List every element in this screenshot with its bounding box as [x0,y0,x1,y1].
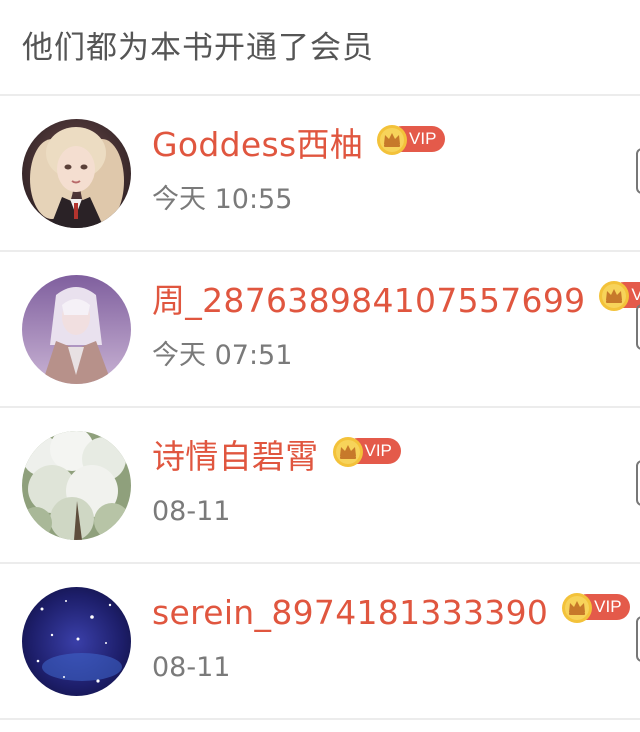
list-item[interactable]: 诗情自碧霄 VIP 08-11 [0,408,640,564]
avatar[interactable] [22,587,131,696]
avatar[interactable] [22,431,131,540]
vip-badge: VIP [375,123,447,157]
avatar[interactable] [22,275,131,384]
crown-icon [597,279,631,313]
crown-icon [331,435,365,469]
member-list: Goddess西柚 VIP 今天 10:55 周_287638984107557… [0,96,640,720]
list-item[interactable]: 周_28763898410755769​9 VIP 今天 07:51 [0,252,640,408]
crown-icon [560,591,594,625]
avatar-blossom-tree-icon [22,431,131,540]
avatar-anime-boy-white-hair-icon [22,275,131,384]
member-time: 08-11 [152,652,231,683]
member-name-line: 诗情自碧霄 VIP [152,432,403,482]
member-list-header: 他们都为本书开通了会员 [0,0,640,96]
member-list-page: 他们都为本书开通了会员 Goddess西柚 VIP 今天 10:55 周_287… [0,0,640,732]
member-time: 今天 07:51 [152,340,293,371]
vip-label: VIP [594,597,622,616]
follow-button-partial[interactable] [636,148,640,194]
member-name-line: serein_8974181333390 VIP [152,588,632,638]
member-name[interactable]: 诗情自碧霄 [152,432,319,482]
member-name-line: 周_28763898410755769​9 VIP [152,276,640,326]
list-item[interactable]: Goddess西柚 VIP 今天 10:55 [0,96,640,252]
avatar-anime-girl-blonde-icon [22,119,131,228]
member-time: 今天 10:55 [152,184,293,215]
header-title: 他们都为本书开通了会员 [22,29,374,66]
vip-badge: VIP [597,279,640,313]
member-name[interactable]: 周_28763898410755769​9 [152,276,585,326]
vip-badge: VIP [331,435,403,469]
avatar-starry-galaxy-icon [22,587,131,696]
avatar[interactable] [22,119,131,228]
vip-label: VIP [364,441,392,460]
follow-button-partial[interactable] [636,460,640,506]
follow-button-partial[interactable] [636,304,640,350]
member-name[interactable]: Goddess西柚 [152,120,363,170]
list-item[interactable]: serein_8974181333390 VIP 08-11 [0,564,640,720]
vip-badge: VIP [560,591,632,625]
member-name-line: Goddess西柚 VIP [152,120,447,170]
member-name[interactable]: serein_8974181333390 [152,588,548,638]
follow-button-partial[interactable] [636,616,640,662]
crown-icon [375,123,409,157]
member-time: 08-11 [152,496,231,527]
vip-label: VIP [409,129,437,148]
